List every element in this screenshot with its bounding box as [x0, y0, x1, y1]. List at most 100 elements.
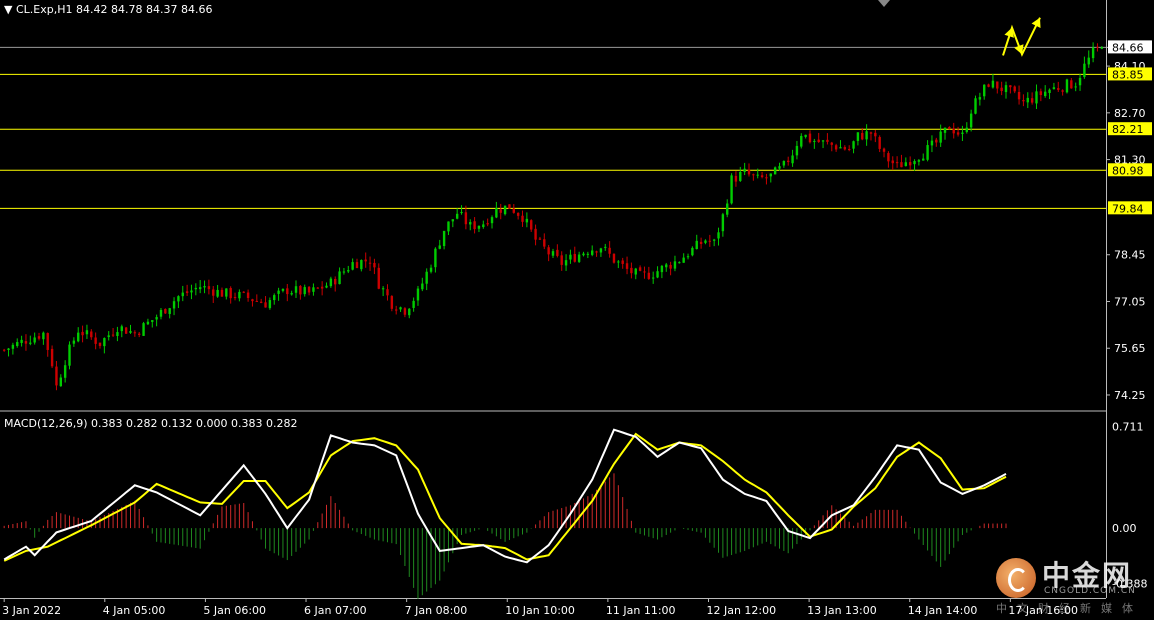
logo-text-en: CNGOLD.COM.CN: [1044, 586, 1136, 596]
candle-body: [347, 270, 350, 272]
candle-body: [621, 260, 624, 264]
candle-body: [464, 212, 468, 225]
candle-body: [908, 162, 912, 166]
candle-body: [556, 249, 559, 256]
candle-body: [63, 365, 67, 378]
candle-body: [878, 137, 881, 149]
candle-body: [107, 335, 110, 338]
candle-body: [1035, 91, 1038, 104]
candle-body: [708, 240, 712, 242]
candle-body: [739, 171, 742, 181]
candle-body: [438, 245, 441, 249]
candle-body: [595, 251, 598, 253]
candle-body: [307, 286, 311, 293]
candle-body: [355, 262, 359, 269]
candle-body: [29, 342, 32, 344]
candle-body: [773, 167, 777, 175]
macd-tick-label: 0.00: [1112, 522, 1137, 535]
candle-body: [560, 255, 563, 265]
candle-body: [264, 302, 267, 308]
candle-body: [146, 321, 150, 325]
candle-body: [59, 377, 63, 387]
candle-body: [817, 139, 820, 143]
candle-body: [408, 308, 411, 316]
price-tick-label: 75.65: [1114, 342, 1146, 355]
candle-body: [847, 149, 851, 151]
level-price-label: 82.21: [1112, 123, 1144, 136]
candle-body: [55, 366, 58, 386]
axes: 84.6684.1082.7081.3078.4577.0575.6574.25…: [1106, 40, 1152, 590]
candle-body: [930, 140, 934, 146]
candle-body: [625, 263, 629, 269]
candle-body: [586, 253, 590, 255]
candle-body: [259, 301, 263, 303]
candle-body: [329, 278, 333, 287]
candle-body: [194, 287, 198, 290]
candle-body: [50, 348, 54, 367]
candle-body: [1048, 89, 1051, 93]
candle-body: [81, 331, 84, 336]
candle-body: [238, 291, 241, 299]
candle-body: [320, 286, 324, 289]
collapse-triangle-icon[interactable]: ▼: [4, 3, 12, 16]
candle-body: [512, 208, 515, 213]
candle-body: [948, 126, 951, 130]
candle-body: [617, 261, 620, 263]
candle-body: [1022, 100, 1025, 102]
candle-body: [651, 277, 655, 279]
candle-body: [834, 145, 838, 150]
candle-body: [926, 145, 929, 160]
candle-body: [521, 215, 524, 222]
candle-body: [138, 333, 141, 335]
candle-body: [482, 224, 485, 228]
candle-body: [591, 250, 594, 255]
candle-body: [996, 81, 999, 89]
candle-body: [508, 204, 511, 209]
candle-body: [325, 285, 328, 288]
candle-body: [599, 248, 603, 253]
candle-body: [364, 259, 367, 262]
candle-body: [68, 344, 71, 366]
candle-body: [164, 308, 167, 314]
candle-body: [72, 340, 76, 344]
candle-body: [638, 267, 642, 271]
candle-body: [190, 290, 193, 293]
symbol-label: CL.Exp,H1: [15, 3, 73, 16]
candle-body: [442, 230, 446, 247]
candle-body: [525, 218, 529, 223]
candle-body: [691, 247, 694, 256]
candle-body: [20, 339, 23, 343]
price-chart-svg[interactable]: 84.6684.1082.7081.3078.4577.0575.6574.25…: [0, 0, 1154, 620]
candle-body: [721, 214, 725, 232]
candle-body: [699, 241, 703, 244]
ohlc-readout: 84.42 84.78 84.37 84.66: [75, 3, 213, 16]
chart-header: ▼ CL.Exp,H1 84.42 84.78 84.37 84.66: [4, 3, 212, 16]
candle-body: [808, 133, 812, 143]
candle-body: [765, 177, 768, 179]
shift-marker-icon: [878, 0, 890, 7]
price-tick-label: 78.45: [1114, 249, 1146, 262]
candle-body: [669, 264, 672, 269]
candle-body: [665, 264, 668, 268]
candle-body: [630, 267, 633, 274]
logo-mark-icon: [996, 558, 1036, 598]
horizontal-levels[interactable]: [0, 46, 1106, 209]
candle-body: [268, 300, 272, 309]
candle-body: [316, 287, 319, 289]
candle-body: [469, 222, 472, 225]
candle-body: [1004, 85, 1008, 93]
candle-body: [377, 267, 380, 289]
candle-body: [969, 113, 973, 128]
candle-body: [1039, 91, 1043, 96]
macd-signal-line: [3, 432, 1007, 562]
candle-body: [612, 253, 616, 263]
candle-body: [634, 268, 637, 275]
candle-body: [778, 166, 781, 169]
candle-body: [124, 327, 128, 334]
candle-body: [111, 334, 115, 336]
candle-body: [573, 253, 576, 262]
candle-body: [312, 287, 315, 292]
candle-body: [486, 223, 489, 225]
candle-body: [769, 173, 772, 177]
candle-body: [90, 331, 93, 338]
